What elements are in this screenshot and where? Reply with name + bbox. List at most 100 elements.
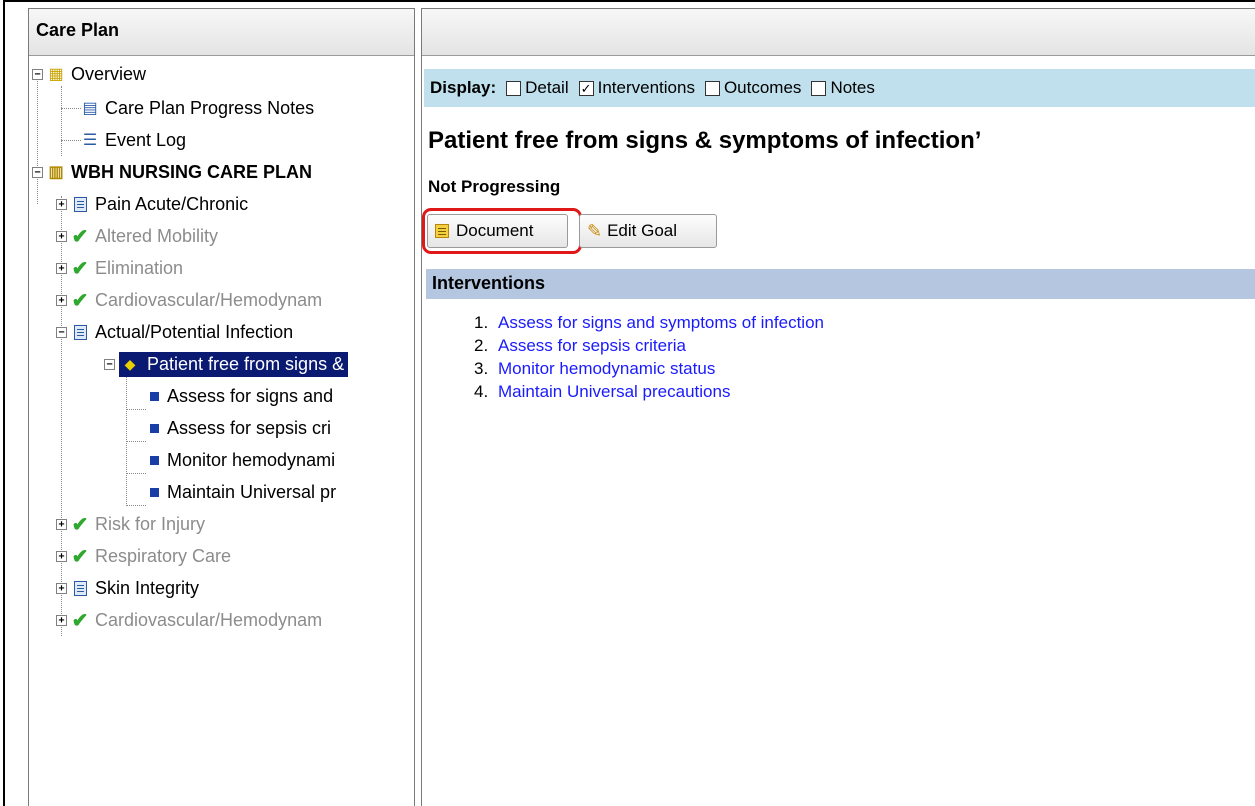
collapse-icon[interactable]: − — [56, 326, 67, 338]
tree-label: Elimination — [95, 257, 184, 278]
pencil-icon: ✎ — [587, 220, 603, 241]
checkbox-box-checked[interactable]: ✓ — [578, 80, 594, 96]
tree-label: Maintain Universal pr — [167, 481, 337, 502]
checkmark-icon: ✔ — [71, 545, 89, 568]
care-plan-tree-pane: Care Plan − ▦ Overview ▤ Care Plan Progr… — [28, 8, 415, 806]
list-item[interactable]: 4. Maintain Universal precautions — [474, 380, 824, 403]
edit-goal-button[interactable]: ✎ Edit Goal — [579, 214, 717, 248]
care-plan-icon: ▥ — [48, 164, 64, 181]
tree-label: Actual/Potential Infection — [95, 321, 294, 342]
intervention-link[interactable]: Maintain Universal precautions — [498, 382, 730, 401]
tree-label: Pain Acute/Chronic — [95, 193, 249, 214]
tree-item-intervention[interactable]: Assess for signs and — [146, 381, 333, 411]
intervention-icon — [150, 455, 159, 465]
detail-checkbox[interactable]: Detail — [506, 78, 569, 98]
document-icon — [71, 579, 89, 597]
document-icon — [71, 195, 89, 213]
tree-item-selected-goal[interactable]: − ◆ Patient free from signs & — [104, 349, 349, 379]
interventions-header: Interventions — [426, 269, 1255, 299]
checkbox-label: Detail — [525, 78, 569, 97]
tree-item-risk-for-injury[interactable]: + ✔ Risk for Injury — [56, 509, 205, 539]
tree-label: Event Log — [105, 129, 187, 150]
document-button[interactable]: Document — [422, 208, 582, 254]
tree-label: Altered Mobility — [95, 225, 219, 246]
tree-item-overview[interactable]: − ▦ Overview — [32, 59, 146, 89]
display-options-bar: Display: Detail ✓ Interventions Outcomes… — [424, 69, 1255, 107]
checkbox-label: Notes — [830, 78, 875, 97]
tree-label: Assess for sepsis cri — [167, 417, 332, 438]
tree-item-elimination[interactable]: + ✔ Elimination — [56, 253, 183, 283]
tree-label: Cardiovascular/Hemodynam — [95, 289, 323, 310]
goal-detail-pane: Display: Detail ✓ Interventions Outcomes… — [421, 8, 1255, 806]
tree-label: Patient free from signs & — [147, 353, 345, 374]
tree-label: Risk for Injury — [95, 513, 206, 534]
expand-icon[interactable]: + — [56, 198, 67, 210]
notes-checkbox[interactable]: Notes — [811, 78, 875, 98]
tree-item-intervention[interactable]: Maintain Universal pr — [146, 477, 336, 507]
tree-item-event-log[interactable]: ☰ Event Log — [81, 125, 186, 155]
interventions-list: 1. Assess for signs and symptoms of infec… — [474, 311, 824, 403]
expand-icon[interactable]: + — [56, 582, 67, 594]
expand-icon[interactable]: + — [56, 294, 67, 306]
tree-label: Skin Integrity — [95, 577, 200, 598]
tree-item-skin-integrity[interactable]: + Skin Integrity — [56, 573, 199, 603]
tree-label: WBH NURSING CARE PLAN — [71, 161, 312, 182]
tree-label: Respiratory Care — [95, 545, 232, 566]
button-label: Edit Goal — [607, 221, 678, 240]
checkmark-icon: ✔ — [71, 225, 89, 248]
tree-label: Cardiovascular/Hemodynam — [95, 609, 323, 630]
checkbox-label: Interventions — [597, 78, 695, 97]
tree-item-intervention[interactable]: Assess for sepsis cri — [146, 413, 331, 443]
expand-icon[interactable]: + — [56, 230, 67, 242]
list-item[interactable]: 1. Assess for signs and symptoms of infec… — [474, 311, 824, 334]
tree-label: Assess for signs and — [167, 385, 334, 406]
intervention-link[interactable]: Assess for signs and symptoms of infecti… — [498, 313, 824, 332]
expand-icon[interactable]: + — [56, 518, 67, 530]
log-icon: ☰ — [82, 132, 98, 149]
checkbox-box[interactable] — [506, 80, 522, 96]
book-icon: ▦ — [48, 66, 64, 83]
goal-title: Patient free from signs & symptoms of in… — [428, 127, 982, 154]
highlight-outline — [422, 208, 582, 254]
interventions-checkbox[interactable]: ✓ Interventions — [578, 78, 695, 98]
goal-icon: ◆ — [124, 355, 136, 372]
expand-icon[interactable]: + — [56, 614, 67, 626]
tree-label: Overview — [71, 63, 147, 84]
checkbox-box[interactable] — [704, 80, 720, 96]
tree-item-respiratory-care[interactable]: + ✔ Respiratory Care — [56, 541, 231, 571]
tree-item-pain[interactable]: + Pain Acute/Chronic — [56, 189, 248, 219]
tree-item-progress-notes[interactable]: ▤ Care Plan Progress Notes — [81, 93, 314, 123]
checkmark-icon: ✔ — [71, 609, 89, 632]
checkmark-icon: ✔ — [71, 289, 89, 312]
checkmark-icon: ✔ — [71, 513, 89, 536]
list-item[interactable]: 3. Monitor hemodynamic status — [474, 357, 824, 380]
outcomes-checkbox[interactable]: Outcomes — [704, 78, 802, 98]
expand-icon[interactable]: + — [56, 262, 67, 274]
checkbox-box[interactable] — [811, 80, 827, 96]
checkbox-label: Outcomes — [723, 78, 802, 97]
tree-item-cardiovascular-2[interactable]: + ✔ Cardiovascular/Hemodynam — [56, 605, 322, 635]
intervention-icon — [150, 391, 159, 401]
collapse-icon[interactable]: − — [104, 358, 115, 370]
checkmark-icon: ✔ — [71, 257, 89, 280]
tree-label: Care Plan Progress Notes — [105, 97, 315, 118]
tree-item-intervention[interactable]: Monitor hemodynami — [146, 445, 335, 475]
display-label: Display: — [430, 78, 497, 97]
list-item[interactable]: 2. Assess for sepsis criteria — [474, 334, 824, 357]
goal-status: Not Progressing — [428, 177, 561, 196]
pane-header — [422, 9, 1255, 56]
tree-item-infection[interactable]: − Actual/Potential Infection — [56, 317, 293, 347]
intervention-link[interactable]: Assess for sepsis criteria — [498, 336, 686, 355]
document-icon — [71, 323, 89, 341]
intervention-icon — [150, 423, 159, 433]
intervention-icon — [150, 487, 159, 497]
collapse-icon[interactable]: − — [32, 166, 43, 178]
calendar-icon: ▤ — [82, 100, 98, 117]
intervention-link[interactable]: Monitor hemodynamic status — [498, 359, 715, 378]
expand-icon[interactable]: + — [56, 550, 67, 562]
tree-item-care-plan[interactable]: − ▥ WBH NURSING CARE PLAN — [32, 157, 312, 187]
collapse-icon[interactable]: − — [32, 68, 43, 80]
tree-item-altered-mobility[interactable]: + ✔ Altered Mobility — [56, 221, 218, 251]
pane-title: Care Plan — [29, 9, 414, 56]
tree-item-cardiovascular[interactable]: + ✔ Cardiovascular/Hemodynam — [56, 285, 322, 315]
